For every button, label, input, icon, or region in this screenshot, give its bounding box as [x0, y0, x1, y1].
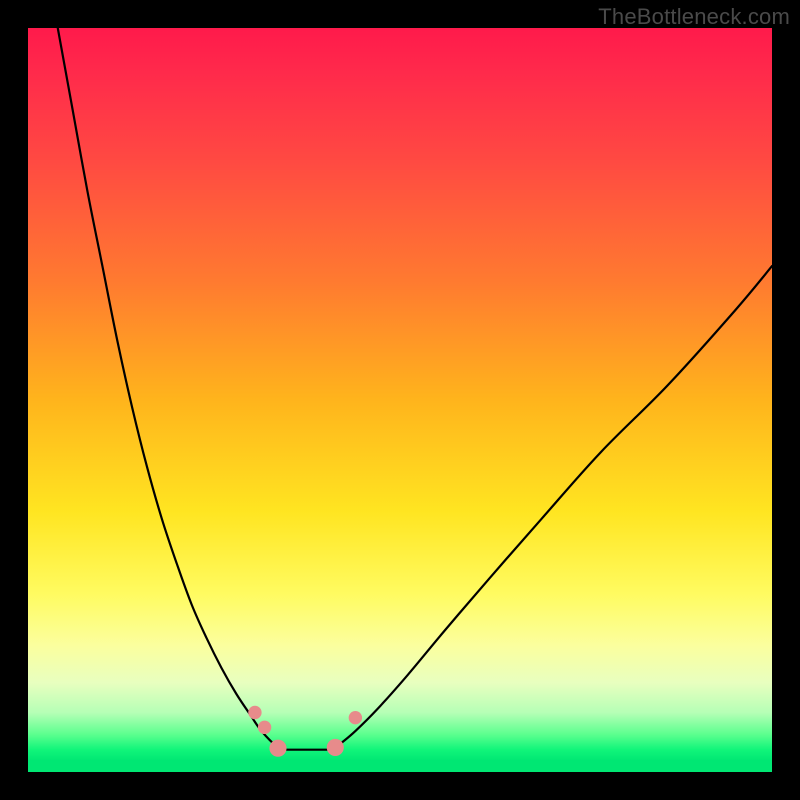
- series-left-curve: [58, 28, 281, 750]
- chart-stage: TheBottleneck.com: [0, 0, 800, 800]
- marker-circle-0: [248, 706, 261, 719]
- marker-circle-1: [258, 721, 271, 734]
- marker-circle-7: [349, 711, 362, 724]
- curves-svg: [28, 28, 772, 772]
- plot-area: [28, 28, 772, 772]
- curve-group: [58, 28, 772, 750]
- series-right-curve: [333, 266, 772, 750]
- marker-circle-3: [269, 740, 286, 757]
- watermark-text: TheBottleneck.com: [598, 4, 790, 30]
